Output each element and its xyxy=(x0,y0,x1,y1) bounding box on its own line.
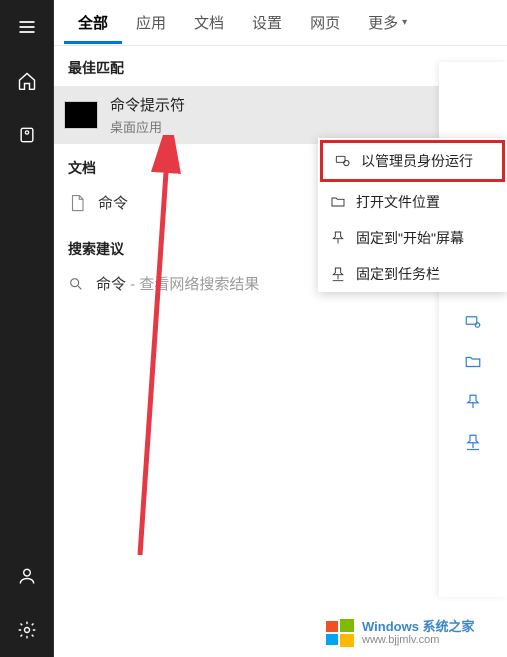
user-icon xyxy=(17,566,37,586)
strip-pin-start-icon[interactable] xyxy=(463,392,483,412)
settings-button[interactable] xyxy=(0,603,54,657)
tab-settings[interactable]: 设置 xyxy=(238,2,296,44)
sidebar xyxy=(0,0,54,657)
ctx-pin-start[interactable]: 固定到"开始"屏幕 xyxy=(318,220,507,256)
collection-icon xyxy=(17,125,37,145)
ctx-pin-taskbar[interactable]: 固定到任务栏 xyxy=(318,256,507,292)
search-icon xyxy=(68,276,84,292)
suggestion-text: 命令 - 查看网络搜索结果 xyxy=(96,273,259,294)
search-tabs: 全部 应用 文档 设置 网页 更多 ▾ xyxy=(54,0,507,46)
home-button[interactable] xyxy=(0,54,54,108)
windows-logo-icon xyxy=(324,617,356,649)
best-match-title: 命令提示符 xyxy=(110,94,185,115)
best-match-subtitle: 桌面应用 xyxy=(110,117,185,136)
tab-web[interactable]: 网页 xyxy=(296,2,354,44)
menu-button[interactable] xyxy=(0,0,54,54)
tab-docs[interactable]: 文档 xyxy=(180,2,238,44)
chevron-down-icon: ▾ xyxy=(402,17,407,28)
ctx-label: 以管理员身份运行 xyxy=(361,151,473,171)
gear-icon xyxy=(17,620,37,640)
terminal-icon xyxy=(64,101,98,129)
pin-icon xyxy=(330,230,346,246)
watermark-title: Windows 系统之家 xyxy=(362,620,475,634)
home-icon xyxy=(17,71,37,91)
ctx-label: 固定到"开始"屏幕 xyxy=(356,228,464,248)
ctx-open-location[interactable]: 打开文件位置 xyxy=(318,184,507,220)
pin-taskbar-icon xyxy=(330,266,346,282)
tab-all[interactable]: 全部 xyxy=(64,2,122,44)
ctx-label: 打开文件位置 xyxy=(356,192,440,212)
watermark-url: www.bjjmlv.com xyxy=(362,634,475,646)
ctx-label: 固定到任务栏 xyxy=(356,264,440,284)
strip-pin-taskbar-icon[interactable] xyxy=(463,432,483,452)
search-panel: 全部 应用 文档 设置 网页 更多 ▾ 最佳匹配 命令提示符 桌面应用 → 文档 xyxy=(54,0,507,657)
folder-icon xyxy=(330,194,346,210)
tab-apps[interactable]: 应用 xyxy=(122,2,180,44)
document-name: 命令 xyxy=(98,192,128,213)
watermark: Windows 系统之家 www.bjjmlv.com xyxy=(324,617,475,649)
strip-admin-run-icon[interactable] xyxy=(463,312,483,332)
tab-more[interactable]: 更多 ▾ xyxy=(354,2,421,44)
ctx-run-as-admin[interactable]: 以管理员身份运行 xyxy=(320,140,505,182)
admin-run-icon xyxy=(335,153,351,169)
tab-more-label: 更多 xyxy=(368,12,398,33)
context-menu: 以管理员身份运行 打开文件位置 固定到"开始"屏幕 固定到任务栏 xyxy=(318,138,507,292)
user-button[interactable] xyxy=(0,549,54,603)
collection-button[interactable] xyxy=(0,108,54,162)
strip-folder-icon[interactable] xyxy=(463,352,483,372)
file-icon xyxy=(68,193,86,213)
hamburger-icon xyxy=(17,17,37,37)
